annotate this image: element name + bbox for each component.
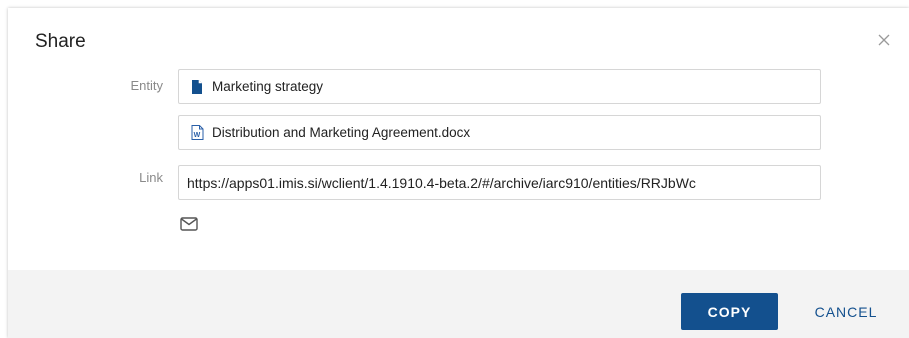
copy-button[interactable]: COPY xyxy=(681,293,778,330)
file-name: Distribution and Marketing Agreement.doc… xyxy=(212,125,471,140)
link-input[interactable] xyxy=(187,174,817,191)
cancel-button[interactable]: CANCEL xyxy=(801,293,891,330)
entity-name: Marketing strategy xyxy=(212,79,324,94)
link-label: Link xyxy=(139,170,163,185)
dialog-footer: COPY CANCEL xyxy=(8,270,909,338)
email-link-button[interactable] xyxy=(180,217,198,231)
entity-field-2[interactable]: W Distribution and Marketing Agreement.d… xyxy=(178,115,821,150)
close-icon xyxy=(878,34,890,46)
document-icon xyxy=(190,79,204,95)
entity-label: Entity xyxy=(130,78,163,93)
link-field[interactable] xyxy=(178,165,821,200)
word-file-icon: W xyxy=(190,125,204,141)
close-button[interactable] xyxy=(876,32,892,48)
svg-text:W: W xyxy=(193,132,200,139)
mail-icon xyxy=(180,217,198,231)
share-dialog: Share Entity Marketing strategy W Distri… xyxy=(8,8,909,338)
entity-field-1[interactable]: Marketing strategy xyxy=(178,69,821,104)
dialog-title: Share xyxy=(35,31,86,52)
